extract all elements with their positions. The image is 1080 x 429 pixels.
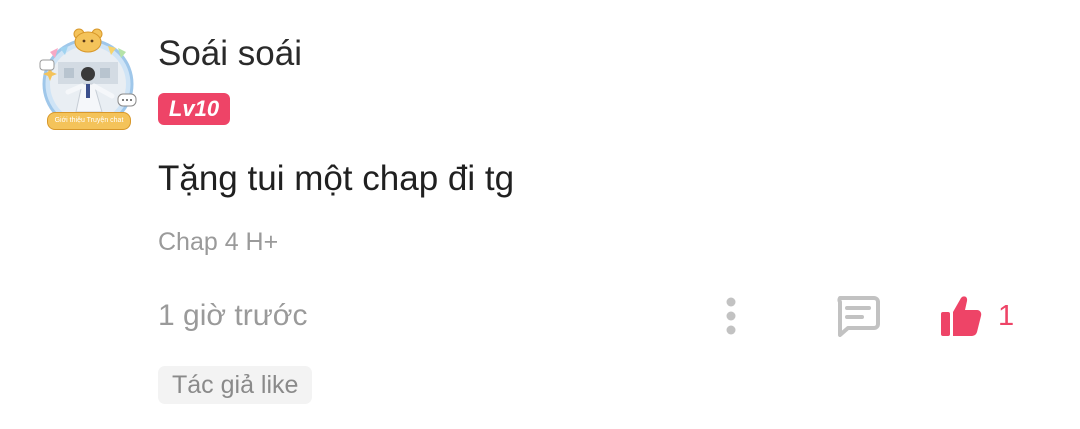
username[interactable]: Soái soái — [158, 34, 302, 74]
thumbs-up-icon — [941, 296, 982, 336]
more-vertical-icon — [726, 297, 736, 335]
reply-button[interactable] — [830, 290, 884, 342]
comment-reply-icon — [837, 296, 880, 337]
level-badge: Lv10 — [158, 93, 230, 125]
comment-text: Tặng tui một chap đi tg — [158, 159, 515, 198]
like-button[interactable] — [936, 288, 986, 344]
avatar-frame-caption: Giới thiệu Truyện chat — [47, 112, 131, 130]
more-options-button[interactable] — [710, 292, 752, 340]
chapter-label[interactable]: Chap 4 H+ — [158, 228, 278, 257]
author-like-tag: Tác giả like — [158, 366, 313, 404]
comment-item: Giới thiệu Truyện chat Soái soái Lv10 Tặ… — [0, 0, 1080, 429]
timestamp: 1 giờ trước — [158, 299, 308, 332]
avatar[interactable]: Giới thiệu Truyện chat — [38, 22, 138, 134]
like-count: 1 — [998, 300, 1015, 332]
